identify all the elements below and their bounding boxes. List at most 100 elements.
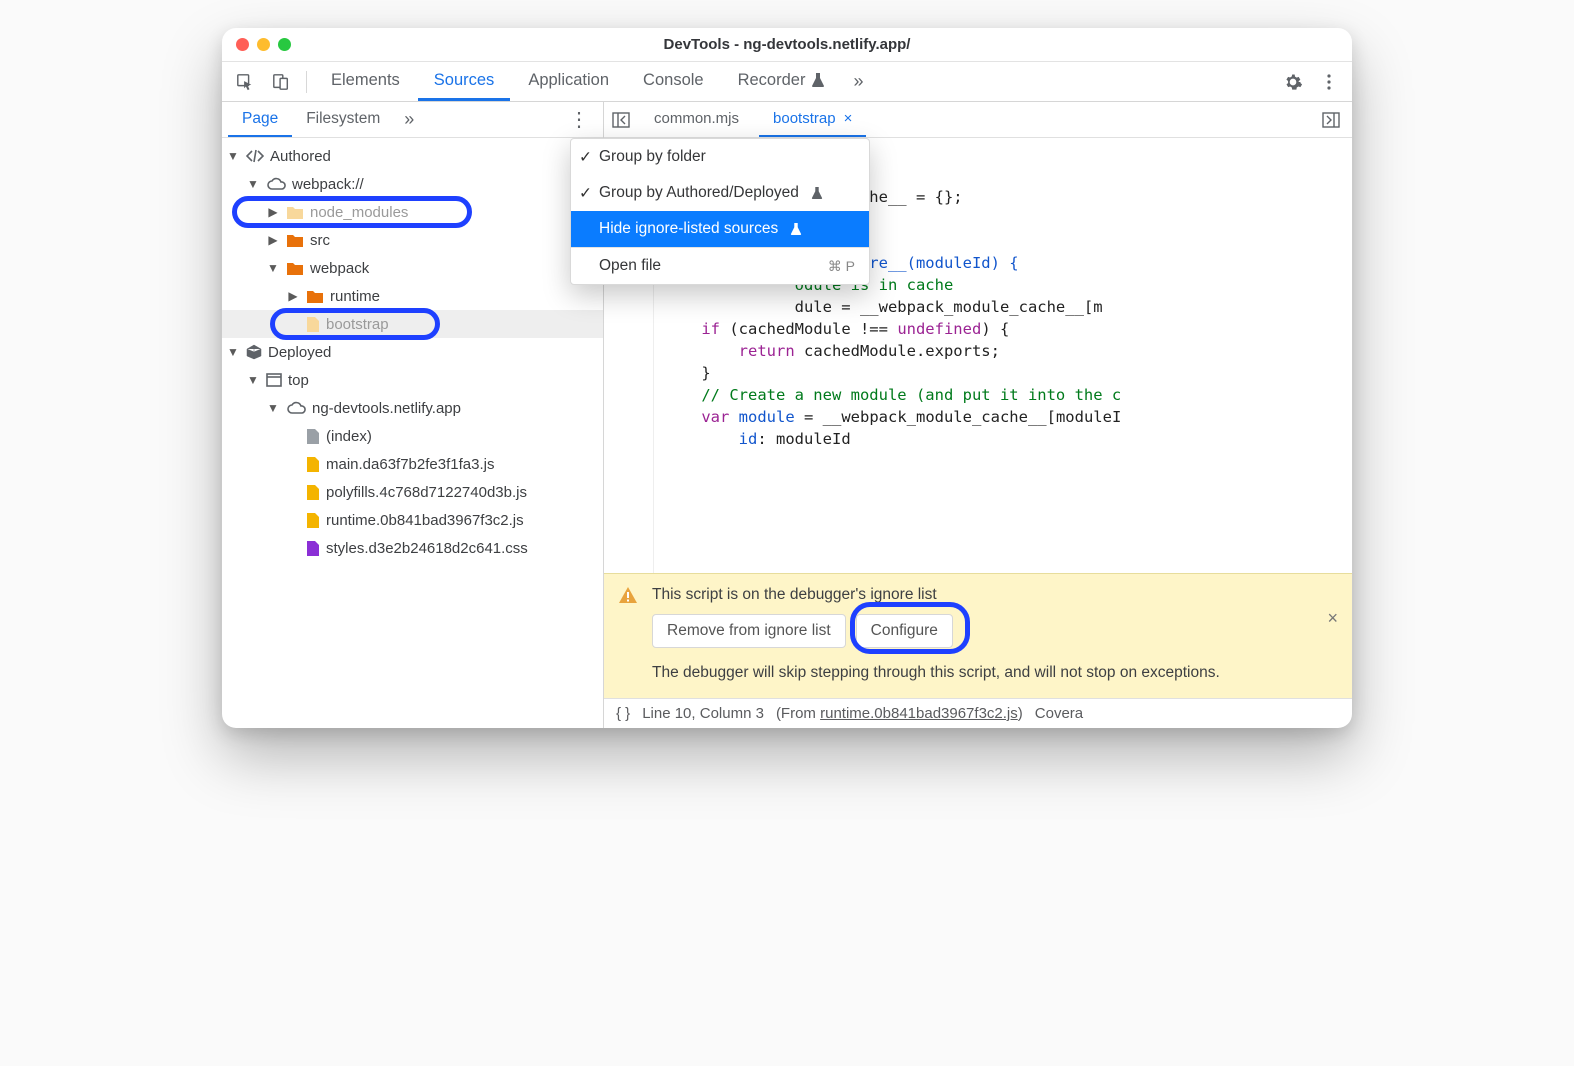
tab-application[interactable]: Application	[512, 62, 625, 101]
ctx-label: Hide ignore-listed sources	[599, 220, 778, 238]
main-tab-strip: Elements Sources Application Console Rec…	[222, 62, 1352, 102]
coverage-hint: Covera	[1035, 705, 1083, 722]
tree-label: Authored	[270, 148, 331, 165]
toggle-navigator-icon[interactable]	[612, 112, 634, 128]
ctx-label: Group by folder	[599, 148, 706, 166]
tree-label: ng-devtools.netlify.app	[312, 400, 461, 417]
file-icon	[306, 428, 320, 445]
chevron-down-icon: ▼	[266, 261, 280, 275]
separator	[306, 71, 307, 93]
navigator-tab-page[interactable]: Page	[228, 102, 292, 137]
file-tab-label: common.mjs	[654, 110, 739, 127]
tree-main-js[interactable]: main.da63f7b2fe3f1fa3.js	[222, 450, 603, 478]
zoom-window-button[interactable]	[278, 38, 291, 51]
file-tab-bootstrap[interactable]: bootstrap ×	[759, 102, 866, 137]
ctx-group-folder[interactable]: ✓ Group by folder	[571, 139, 869, 175]
warning-icon	[618, 586, 638, 604]
code-icon	[246, 149, 264, 163]
remove-ignore-button[interactable]: Remove from ignore list	[652, 614, 846, 648]
check-icon: ✓	[579, 148, 592, 167]
file-icon	[306, 512, 320, 529]
cube-icon	[246, 344, 262, 360]
tree-runtime[interactable]: ▶ runtime	[222, 282, 603, 310]
navigator-kebab-icon[interactable]: ⋮	[561, 107, 597, 132]
folder-icon	[286, 205, 304, 220]
source-link[interactable]: runtime.0b841bad3967f3c2.js	[820, 705, 1018, 722]
shortcut-hint: ⌘ P	[828, 258, 855, 275]
file-icon	[306, 316, 320, 333]
warning-title: This script is on the debugger's ignore …	[652, 586, 1336, 604]
folder-icon	[306, 289, 324, 304]
gear-icon[interactable]	[1276, 65, 1310, 99]
tree-webpack-root[interactable]: ▼ webpack://	[222, 170, 603, 198]
tab-recorder[interactable]: Recorder	[722, 62, 842, 101]
flask-icon	[790, 222, 802, 236]
file-tree[interactable]: ▼ Authored ▼ webpack:// ▶ node_modules ▶	[222, 138, 603, 728]
file-tab-common[interactable]: common.mjs	[640, 102, 753, 137]
tab-console[interactable]: Console	[627, 62, 720, 101]
navigator-tab-filesystem[interactable]: Filesystem	[292, 102, 394, 137]
tree-domain[interactable]: ▼ ng-devtools.netlify.app	[222, 394, 603, 422]
tab-recorder-label: Recorder	[738, 71, 806, 90]
tree-label: src	[310, 232, 330, 249]
panel-body: Page Filesystem » ⋮ ▼ Authored ▼ webpack…	[222, 102, 1352, 728]
kebab-icon[interactable]	[1312, 65, 1346, 99]
minimize-window-button[interactable]	[257, 38, 270, 51]
close-window-button[interactable]	[236, 38, 249, 51]
source-origin: (From runtime.0b841bad3967f3c2.js)	[776, 705, 1023, 722]
context-menu: ✓ Group by folder ✓ Group by Authored/De…	[570, 138, 870, 285]
tree-label: (index)	[326, 428, 372, 445]
close-icon[interactable]: ×	[1327, 608, 1338, 629]
close-icon[interactable]: ×	[844, 110, 853, 127]
flask-icon	[811, 186, 823, 200]
ctx-hide-ignored[interactable]: Hide ignore-listed sources	[571, 211, 869, 247]
cloud-icon	[286, 401, 306, 415]
more-tabs-chevron-icon[interactable]: »	[843, 71, 873, 92]
flask-icon	[811, 72, 825, 88]
chevron-down-icon: ▼	[246, 373, 260, 387]
tree-index[interactable]: (index)	[222, 422, 603, 450]
chevron-down-icon: ▼	[226, 345, 240, 359]
device-toggle-icon[interactable]	[264, 65, 298, 99]
inspect-icon[interactable]	[228, 65, 262, 99]
tree-polyfills-js[interactable]: polyfills.4c768d7122740d3b.js	[222, 478, 603, 506]
file-icon	[306, 484, 320, 501]
toggle-debugger-icon[interactable]	[1322, 112, 1344, 128]
tree-src[interactable]: ▶ src	[222, 226, 603, 254]
ctx-group-authored[interactable]: ✓ Group by Authored/Deployed	[571, 175, 869, 211]
tree-label: Deployed	[268, 344, 331, 361]
folder-icon	[286, 261, 304, 276]
tree-label: runtime	[330, 288, 380, 305]
chevron-right-icon: ▶	[266, 233, 280, 247]
tree-label: main.da63f7b2fe3f1fa3.js	[326, 456, 494, 473]
chevron-down-icon: ▼	[246, 177, 260, 191]
tab-elements[interactable]: Elements	[315, 62, 416, 101]
tree-runtime-js[interactable]: runtime.0b841bad3967f3c2.js	[222, 506, 603, 534]
titlebar: DevTools - ng-devtools.netlify.app/	[222, 28, 1352, 62]
tree-node-modules[interactable]: ▶ node_modules	[222, 198, 603, 226]
tree-bootstrap[interactable]: bootstrap	[222, 310, 603, 338]
ctx-open-file[interactable]: Open file ⌘ P	[571, 248, 869, 284]
navigator-more-chevron-icon[interactable]: »	[394, 109, 424, 130]
check-icon: ✓	[579, 184, 592, 203]
tab-sources[interactable]: Sources	[418, 62, 511, 101]
chevron-down-icon: ▼	[266, 401, 280, 415]
warning-explanation: The debugger will skip stepping through …	[652, 662, 1336, 684]
cursor-location: Line 10, Column 3	[642, 705, 764, 722]
chevron-down-icon: ▼	[226, 149, 240, 163]
tree-label: runtime.0b841bad3967f3c2.js	[326, 512, 524, 529]
tree-top[interactable]: ▼ top	[222, 366, 603, 394]
tree-webpack-dir[interactable]: ▼ webpack	[222, 254, 603, 282]
tree-label: top	[288, 372, 309, 389]
pretty-print-icon[interactable]: { }	[616, 705, 630, 722]
configure-button[interactable]: Configure	[856, 614, 953, 648]
chevron-right-icon: ▶	[286, 289, 300, 303]
tree-styles-css[interactable]: styles.d3e2b24618d2c641.css	[222, 534, 603, 562]
traffic-lights	[236, 38, 291, 51]
tree-authored[interactable]: ▼ Authored	[222, 142, 603, 170]
tree-label: bootstrap	[326, 316, 389, 333]
cloud-icon	[266, 177, 286, 191]
navigator-panel: Page Filesystem » ⋮ ▼ Authored ▼ webpack…	[222, 102, 604, 728]
tree-deployed[interactable]: ▼ Deployed	[222, 338, 603, 366]
editor-tab-strip: common.mjs bootstrap ×	[604, 102, 1352, 138]
